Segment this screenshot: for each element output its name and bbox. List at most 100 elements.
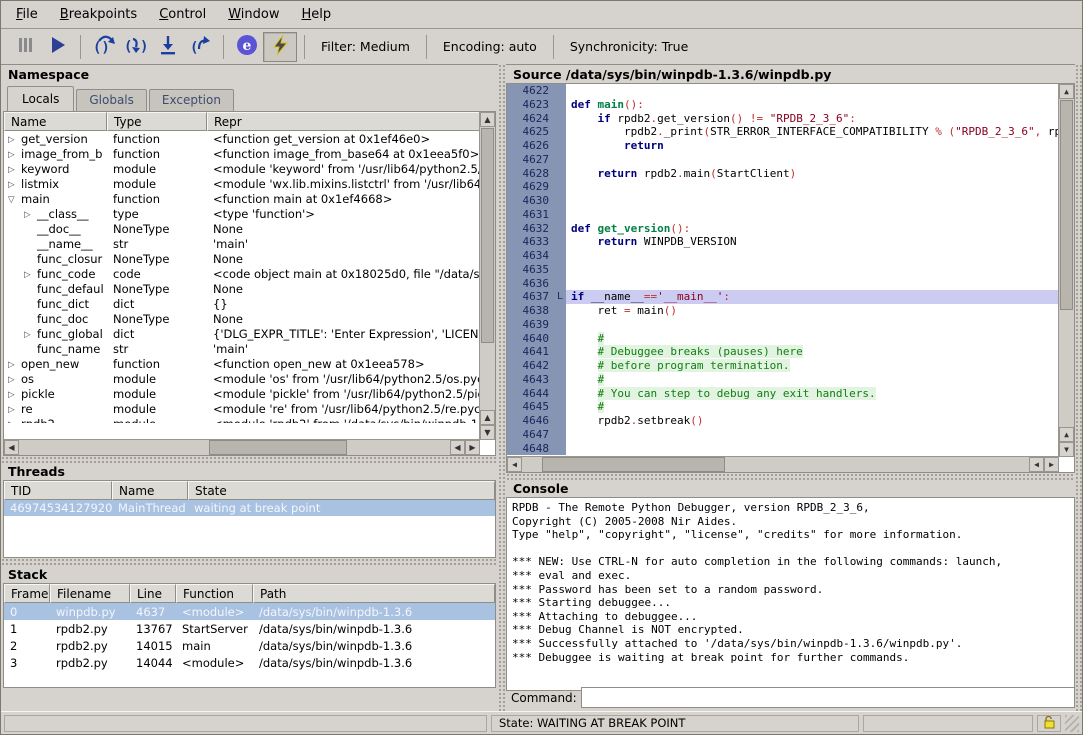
menu-item-breakpoints[interactable]: Breakpoints bbox=[49, 3, 148, 26]
source-line[interactable]: 4626 return bbox=[507, 139, 1059, 153]
expand-icon[interactable]: ▷ bbox=[24, 210, 37, 220]
table-row[interactable]: ▷get_versionfunction<function get_versio… bbox=[4, 131, 480, 146]
column-header-type[interactable]: Type bbox=[107, 112, 207, 131]
line-number[interactable]: 4622 bbox=[507, 84, 554, 98]
current-line[interactable]: 4637Lif __name__=='__main__': bbox=[507, 290, 1059, 304]
tab-locals[interactable]: Locals bbox=[7, 86, 74, 111]
column-header-path[interactable]: Path bbox=[253, 584, 495, 603]
table-row[interactable]: ▷picklemodule<module 'pickle' from '/usr… bbox=[4, 386, 480, 401]
line-number[interactable]: 4640 bbox=[507, 332, 554, 346]
expand-icon[interactable]: ▷ bbox=[8, 390, 21, 400]
scroll-down-button[interactable]: ▼ bbox=[480, 425, 495, 440]
line-number[interactable]: 4639 bbox=[507, 318, 554, 332]
table-row[interactable]: func_closurNoneTypeNone bbox=[4, 251, 480, 266]
column-header-tid[interactable]: TID bbox=[4, 481, 112, 500]
goto-button[interactable]: ( bbox=[184, 33, 216, 61]
collapse-icon[interactable]: ▽ bbox=[8, 195, 21, 205]
console-output[interactable]: RPDB - The Remote Python Debugger, versi… bbox=[506, 497, 1075, 691]
table-row[interactable]: ▷listmixmodule<module 'wx.lib.mixins.lis… bbox=[4, 176, 480, 191]
source-line[interactable]: 4623def main(): bbox=[507, 98, 1059, 112]
step-into-button[interactable]: ( ) bbox=[120, 33, 152, 61]
scroll-right-button[interactable]: ▶ bbox=[465, 440, 480, 455]
source-line[interactable]: 4645 # bbox=[507, 400, 1059, 414]
source-line[interactable]: 4635 bbox=[507, 263, 1059, 277]
line-number[interactable]: 4637 bbox=[507, 290, 554, 304]
encryption-indicator[interactable] bbox=[1037, 715, 1061, 732]
column-header-repr[interactable]: Repr bbox=[207, 112, 495, 131]
source-line[interactable]: 4633 return WINPDB_VERSION bbox=[507, 235, 1059, 249]
source-line[interactable]: 4641 # Debuggee breaks (pauses) here bbox=[507, 345, 1059, 359]
source-line[interactable]: 4643 # bbox=[507, 373, 1059, 387]
source-line[interactable]: 4647 bbox=[507, 428, 1059, 442]
filter-indicator[interactable]: Filter: Medium bbox=[312, 39, 419, 54]
line-number[interactable]: 4629 bbox=[507, 180, 554, 194]
line-number[interactable]: 4632 bbox=[507, 222, 554, 236]
table-row[interactable]: 1rpdb2.py13767StartServer/data/sys/bin/w… bbox=[4, 620, 495, 637]
table-row[interactable]: ▷func_codecode<code object main at 0x180… bbox=[4, 266, 480, 281]
column-header-name[interactable]: Name bbox=[4, 112, 107, 131]
line-number[interactable]: 4625 bbox=[507, 125, 554, 139]
source-line[interactable]: 4629 bbox=[507, 180, 1059, 194]
vertical-scrollbar[interactable]: ▲ ▲ ▼ bbox=[1058, 84, 1074, 457]
scroll-left-button[interactable]: ◀ bbox=[507, 457, 522, 472]
encoding-button[interactable]: e bbox=[231, 33, 263, 61]
line-number[interactable]: 4633 bbox=[507, 235, 554, 249]
line-number[interactable]: 4646 bbox=[507, 414, 554, 428]
table-row[interactable]: ▷keywordmodule<module 'keyword' from '/u… bbox=[4, 161, 480, 176]
table-row[interactable]: __doc__NoneTypeNone bbox=[4, 221, 480, 236]
table-row[interactable]: ▷func_globaldict{'DLG_EXPR_TITLE': 'Ente… bbox=[4, 326, 480, 341]
line-number[interactable]: 4642 bbox=[507, 359, 554, 373]
expand-icon[interactable]: ▷ bbox=[8, 405, 21, 415]
line-number[interactable]: 4635 bbox=[507, 263, 554, 277]
column-header-name[interactable]: Name bbox=[112, 481, 188, 500]
splitter-sash[interactable] bbox=[506, 473, 1082, 481]
table-row[interactable]: 2rpdb2.py14015main/data/sys/bin/winpdb-1… bbox=[4, 637, 495, 654]
scroll-thumb[interactable] bbox=[1060, 100, 1073, 310]
break-button[interactable] bbox=[9, 33, 41, 61]
scroll-up-button[interactable]: ▲ bbox=[1059, 84, 1074, 99]
line-number[interactable]: 4638 bbox=[507, 304, 554, 318]
table-row[interactable]: 46974534127920MainThreadwaiting at break… bbox=[4, 500, 495, 516]
splitter-sash[interactable] bbox=[1075, 64, 1082, 711]
source-line[interactable]: 4639 bbox=[507, 318, 1059, 332]
expand-icon[interactable]: ▷ bbox=[8, 150, 21, 160]
menu-item-control[interactable]: Control bbox=[148, 3, 217, 26]
source-line[interactable]: 4644 # You can step to debug any exit ha… bbox=[507, 387, 1059, 401]
source-line[interactable]: 4636 bbox=[507, 277, 1059, 291]
scroll-up-button[interactable]: ▲ bbox=[480, 112, 495, 127]
column-header-state[interactable]: State bbox=[188, 481, 495, 500]
menu-item-window[interactable]: Window bbox=[217, 3, 290, 26]
splitter-sash[interactable] bbox=[1, 456, 498, 465]
tab-globals[interactable]: Globals bbox=[76, 89, 147, 111]
table-row[interactable]: func_defaulNoneTypeNone bbox=[4, 281, 480, 296]
source-line[interactable]: 4646 rpdb2.setbreak() bbox=[507, 414, 1059, 428]
scroll-thumb[interactable] bbox=[542, 457, 725, 472]
line-number[interactable]: 4636 bbox=[507, 277, 554, 291]
expand-icon[interactable]: ▷ bbox=[24, 330, 37, 340]
source-line[interactable]: 4622 bbox=[507, 84, 1059, 98]
line-number[interactable]: 4631 bbox=[507, 208, 554, 222]
line-number[interactable]: 4623 bbox=[507, 98, 554, 112]
command-input[interactable] bbox=[581, 687, 1075, 708]
scroll-thumb[interactable] bbox=[209, 440, 347, 455]
table-row[interactable]: func_dictdict{} bbox=[4, 296, 480, 311]
source-line[interactable]: 4631 bbox=[507, 208, 1059, 222]
splitter-sash[interactable] bbox=[1, 558, 498, 567]
table-row[interactable]: 3rpdb2.py14044<module>/data/sys/bin/winp… bbox=[4, 654, 495, 671]
synchronicity-button[interactable] bbox=[263, 32, 297, 62]
scroll-up-button[interactable]: ▲ bbox=[1059, 427, 1074, 442]
source-line[interactable]: 4640 # bbox=[507, 332, 1059, 346]
expand-icon[interactable]: ▷ bbox=[8, 180, 21, 190]
scroll-thumb[interactable] bbox=[481, 128, 494, 343]
splitter-sash[interactable] bbox=[498, 64, 506, 711]
step-out-button[interactable] bbox=[152, 33, 184, 61]
column-header-function[interactable]: Function bbox=[176, 584, 253, 603]
table-row[interactable]: ▽mainfunction<function main at 0x1ef4668… bbox=[4, 191, 480, 206]
line-number[interactable]: 4628 bbox=[507, 167, 554, 181]
menu-item-help[interactable]: Help bbox=[290, 3, 342, 26]
line-number[interactable]: 4641 bbox=[507, 345, 554, 359]
source-line[interactable]: 4624 if rpdb2.get_version() != "RPDB_2_3… bbox=[507, 112, 1059, 126]
source-line[interactable]: 4630 bbox=[507, 194, 1059, 208]
horizontal-scrollbar[interactable]: ◀ ◀ ▶ bbox=[507, 456, 1059, 472]
source-line[interactable]: 4648 bbox=[507, 442, 1059, 456]
